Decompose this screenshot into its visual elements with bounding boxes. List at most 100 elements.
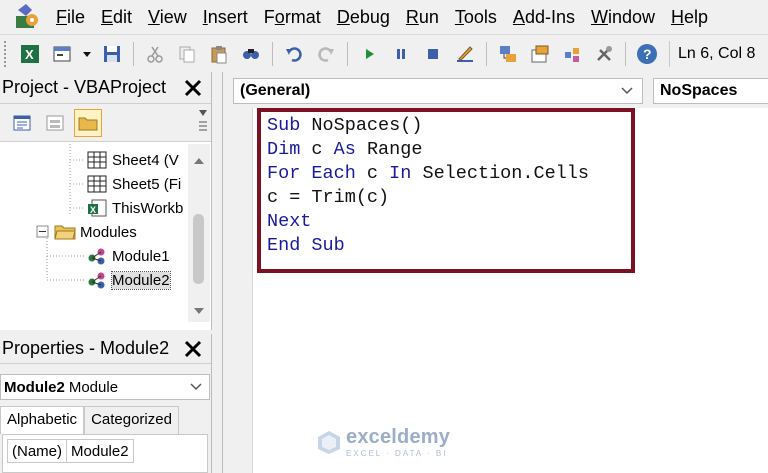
properties-tabs: Alphabetic Categorized bbox=[0, 406, 179, 434]
menu-edit[interactable]: Edit bbox=[93, 0, 140, 34]
exceldemy-watermark: exceldemy EXCEL · DATA · BI bbox=[316, 426, 450, 458]
chevron-down-icon[interactable] bbox=[189, 379, 203, 393]
tab-categorized[interactable]: Categorized bbox=[84, 406, 179, 434]
object-selector[interactable]: Module2 Module bbox=[0, 374, 210, 400]
toolbar-separator bbox=[347, 41, 348, 66]
code-text: Selection.Cells bbox=[411, 163, 589, 184]
project-tree-vscrollbar[interactable] bbox=[188, 144, 210, 322]
project-tree: Sheet4 (V Sheet5 (Fi X ThisWorkb Modules… bbox=[0, 144, 188, 322]
properties-pane-titlebar: Properties - Module2 bbox=[0, 334, 211, 364]
paste-icon[interactable] bbox=[206, 41, 232, 67]
code-line[interactable]: For Each c In Selection.Cells bbox=[267, 162, 589, 186]
close-icon[interactable] bbox=[179, 74, 207, 102]
properties-pane: Properties - Module2 Module2 Module Alph… bbox=[0, 334, 212, 473]
object-browser-icon[interactable] bbox=[559, 41, 585, 67]
excel-icon[interactable]: X bbox=[17, 41, 43, 67]
code-text: Range bbox=[355, 139, 423, 160]
code-line[interactable]: Dim c As Range bbox=[267, 138, 589, 162]
menu-format[interactable]: Format bbox=[256, 0, 329, 34]
reset-icon[interactable] bbox=[420, 41, 446, 67]
code-text: c bbox=[355, 163, 390, 184]
close-icon[interactable] bbox=[179, 335, 207, 363]
code-editor[interactable]: Sub NoSpaces() Dim c As Range For Each c I… bbox=[254, 108, 768, 473]
cut-icon[interactable] bbox=[142, 41, 168, 67]
toolbar-separator bbox=[486, 41, 487, 66]
menu-run[interactable]: Run bbox=[398, 0, 447, 34]
menu-window[interactable]: Window bbox=[583, 0, 663, 34]
pane-resize-icon[interactable] bbox=[198, 108, 208, 138]
object-type: Module bbox=[68, 378, 119, 396]
run-icon[interactable] bbox=[356, 41, 382, 67]
menu-view[interactable]: View bbox=[140, 0, 195, 34]
code-line[interactable]: End Sub bbox=[267, 234, 589, 258]
code-window: (General) NoSpaces Sub NoSpaces() Dim c A… bbox=[222, 72, 768, 473]
vba-app-icon bbox=[12, 2, 42, 32]
menu-help[interactable]: Help bbox=[663, 0, 716, 34]
code-text: NoSpaces() bbox=[300, 115, 423, 136]
toolbar-grip[interactable] bbox=[4, 40, 8, 67]
code-line[interactable]: Sub NoSpaces() bbox=[267, 114, 589, 138]
project-pane-toolbar bbox=[0, 104, 211, 142]
save-icon[interactable] bbox=[99, 41, 125, 67]
menu-insert[interactable]: Insert bbox=[195, 0, 256, 34]
toolbar-separator bbox=[272, 41, 273, 66]
project-explorer-pane: Project - VBAProject Sheet4 (V Sheet5 (F… bbox=[0, 72, 212, 398]
code-lines[interactable]: Sub NoSpaces() Dim c As Range For Each c I… bbox=[267, 114, 589, 258]
scroll-up-icon[interactable] bbox=[193, 156, 205, 166]
properties-window-icon[interactable] bbox=[527, 41, 553, 67]
menu-tools[interactable]: Tools bbox=[447, 0, 505, 34]
watermark-subtitle: EXCEL · DATA · BI bbox=[346, 449, 448, 458]
scrollbar-thumb[interactable] bbox=[193, 214, 204, 284]
exceldemy-logo-icon bbox=[318, 431, 340, 454]
tree-connector-lines bbox=[46, 144, 84, 281]
code-keyword: For Each bbox=[267, 163, 356, 184]
code-text: c = Trim(c) bbox=[267, 187, 390, 208]
design-mode-icon[interactable] bbox=[452, 41, 478, 67]
copy-icon[interactable] bbox=[174, 41, 200, 67]
property-row[interactable]: (Name) Module2 bbox=[7, 439, 134, 463]
toggle-folders-icon[interactable] bbox=[74, 108, 102, 137]
find-icon[interactable] bbox=[238, 41, 264, 67]
view-object-icon[interactable] bbox=[41, 109, 69, 137]
toolbar-separator bbox=[133, 41, 134, 66]
standard-toolbar: X ? Ln 6, Col 8 bbox=[0, 34, 768, 72]
project-pane-title: Project - VBAProject bbox=[2, 77, 167, 97]
svg-text:?: ? bbox=[643, 46, 652, 62]
chevron-down-icon[interactable] bbox=[620, 83, 634, 97]
code-text: c bbox=[300, 139, 334, 160]
properties-grid: (Name) Module2 bbox=[2, 434, 208, 473]
code-line[interactable]: c = Trim(c) bbox=[267, 186, 589, 210]
code-margin-indicator-bar[interactable] bbox=[223, 108, 253, 473]
menu-debug[interactable]: Debug bbox=[329, 0, 398, 34]
break-icon[interactable] bbox=[388, 41, 414, 67]
procedure-combo[interactable]: NoSpaces bbox=[653, 78, 768, 104]
code-keyword: Dim bbox=[267, 139, 301, 160]
watermark-title: exceldemy bbox=[346, 426, 451, 448]
menu-bar: File Edit View Insert Format Debug Run Tools Add… bbox=[0, 0, 768, 34]
undo-icon[interactable] bbox=[281, 41, 307, 67]
project-pane-titlebar: Project - VBAProject bbox=[0, 72, 211, 104]
help-icon[interactable]: ? bbox=[634, 41, 660, 67]
svg-text:X: X bbox=[25, 47, 34, 62]
properties-pane-title: Properties - Module2 bbox=[2, 338, 170, 358]
code-window-header: (General) NoSpaces bbox=[223, 72, 768, 108]
property-value[interactable]: Module2 bbox=[67, 443, 133, 460]
insert-userform-icon[interactable] bbox=[49, 41, 75, 67]
tab-alphabetic[interactable]: Alphabetic bbox=[0, 406, 85, 434]
view-code-icon[interactable] bbox=[8, 109, 36, 137]
object-combo[interactable]: (General) bbox=[233, 78, 643, 104]
code-keyword: Next bbox=[267, 211, 312, 232]
scroll-down-icon[interactable] bbox=[193, 306, 205, 316]
code-keyword: Sub bbox=[267, 115, 301, 136]
redo-icon[interactable] bbox=[313, 41, 339, 67]
menu-file[interactable]: File bbox=[48, 0, 93, 34]
object-combo-value: (General) bbox=[240, 82, 311, 99]
code-keyword: End Sub bbox=[267, 235, 345, 256]
property-name: (Name) bbox=[8, 440, 68, 462]
menu-add-ins[interactable]: Add-Ins bbox=[505, 0, 583, 34]
project-explorer-icon[interactable] bbox=[495, 41, 521, 67]
toolbox-icon[interactable] bbox=[591, 41, 617, 67]
code-line[interactable]: Next bbox=[267, 210, 589, 234]
cursor-position-status: Ln 6, Col 8 bbox=[669, 40, 763, 67]
dropdown-arrow-icon[interactable] bbox=[81, 41, 93, 67]
